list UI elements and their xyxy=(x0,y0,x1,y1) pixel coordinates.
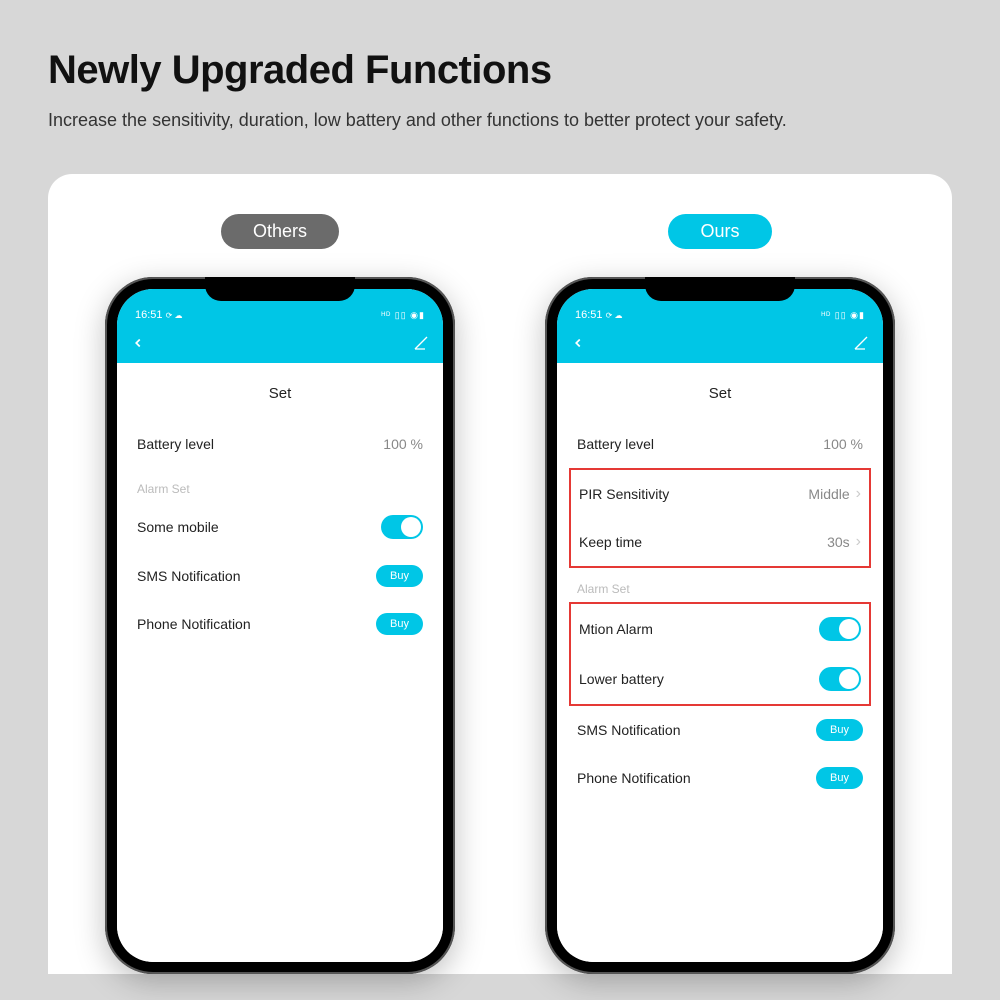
row-keep-time[interactable]: Keep time 30s› xyxy=(571,518,869,566)
row-pir[interactable]: PIR Sensitivity Middle› xyxy=(571,470,869,518)
battery-label: Battery level xyxy=(577,436,654,452)
pir-value: Middle› xyxy=(808,486,861,502)
row-battery: Battery level 100 % xyxy=(557,420,883,468)
buy-sms-button[interactable]: Buy xyxy=(376,565,423,587)
back-icon[interactable] xyxy=(131,336,145,350)
row-sms[interactable]: SMS Notification Buy xyxy=(117,552,443,600)
phone-label: Phone Notification xyxy=(137,616,251,632)
row-lower-battery[interactable]: Lower battery xyxy=(571,654,869,704)
row-sms[interactable]: SMS Notification Buy xyxy=(557,706,883,754)
pill-others: Others xyxy=(221,214,339,249)
app-bar xyxy=(117,323,443,363)
section-alarm: Alarm Set xyxy=(117,468,443,502)
lowbat-label: Lower battery xyxy=(579,671,664,687)
row-some-mobile[interactable]: Some mobile xyxy=(117,502,443,552)
edit-icon[interactable] xyxy=(853,335,869,351)
status-time: 16:51 ⟳ ☁ xyxy=(575,309,623,321)
some-mobile-label: Some mobile xyxy=(137,519,219,535)
toggle-lower-battery[interactable] xyxy=(819,667,861,691)
toggle-motion[interactable] xyxy=(819,617,861,641)
phone-ours: 16:51 ⟳ ☁ ᴴᴰ ▯▯ ◉▮ Set xyxy=(545,277,895,974)
sms-label: SMS Notification xyxy=(137,568,240,584)
battery-value: 100 % xyxy=(823,436,863,452)
edit-icon[interactable] xyxy=(413,335,429,351)
battery-label: Battery level xyxy=(137,436,214,452)
back-icon[interactable] xyxy=(571,336,585,350)
notch xyxy=(645,277,795,301)
buy-phone-button[interactable]: Buy xyxy=(816,767,863,789)
app-bar xyxy=(557,323,883,363)
sms-label: SMS Notification xyxy=(577,722,680,738)
phone-others: 16:51 ⟳ ☁ ᴴᴰ ▯▯ ◉▮ Set xyxy=(105,277,455,974)
toggle-some-mobile[interactable] xyxy=(381,515,423,539)
motion-label: Mtion Alarm xyxy=(579,621,653,637)
screen-title: Set xyxy=(557,363,883,420)
comparison-card: Others 16:51 ⟳ ☁ ᴴᴰ ▯▯ ◉▮ xyxy=(48,174,952,974)
phone-label: Phone Notification xyxy=(577,770,691,786)
highlight-sensitivity: PIR Sensitivity Middle› Keep time 30s› xyxy=(569,468,871,568)
buy-sms-button[interactable]: Buy xyxy=(816,719,863,741)
buy-phone-button[interactable]: Buy xyxy=(376,613,423,635)
status-icons: ᴴᴰ ▯▯ ◉▮ xyxy=(821,310,865,321)
battery-value: 100 % xyxy=(383,436,423,452)
keep-value: 30s› xyxy=(827,534,861,550)
section-alarm: Alarm Set xyxy=(557,568,883,602)
pill-ours: Ours xyxy=(668,214,771,249)
chevron-right-icon: › xyxy=(856,486,861,502)
screen-title: Set xyxy=(117,363,443,420)
highlight-alarm: Mtion Alarm Lower battery xyxy=(569,602,871,706)
notch xyxy=(205,277,355,301)
pir-label: PIR Sensitivity xyxy=(579,486,669,502)
page-subtitle: Increase the sensitivity, duration, low … xyxy=(48,107,848,134)
chevron-right-icon: › xyxy=(856,534,861,550)
keep-label: Keep time xyxy=(579,534,642,550)
row-battery: Battery level 100 % xyxy=(117,420,443,468)
status-icons: ᴴᴰ ▯▯ ◉▮ xyxy=(381,310,425,321)
page-title: Newly Upgraded Functions xyxy=(48,48,952,93)
row-phone[interactable]: Phone Notification Buy xyxy=(557,754,883,802)
row-motion[interactable]: Mtion Alarm xyxy=(571,604,869,654)
column-others: Others 16:51 ⟳ ☁ ᴴᴰ ▯▯ ◉▮ xyxy=(105,214,455,974)
status-time: 16:51 ⟳ ☁ xyxy=(135,309,183,321)
row-phone[interactable]: Phone Notification Buy xyxy=(117,600,443,648)
column-ours: Ours 16:51 ⟳ ☁ ᴴᴰ ▯▯ ◉▮ xyxy=(545,214,895,974)
